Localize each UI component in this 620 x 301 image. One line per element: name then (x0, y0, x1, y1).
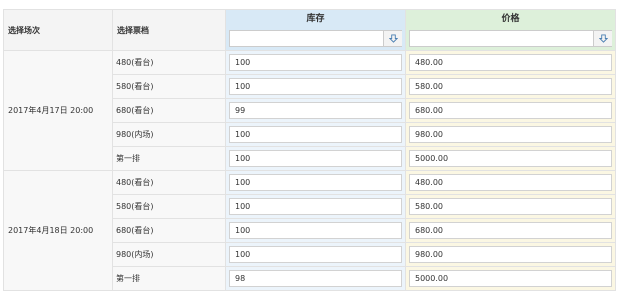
price-input[interactable]: 480.00 (409, 174, 612, 191)
stock-header-title: 库存 (306, 14, 325, 24)
fill-down-icon (598, 34, 608, 43)
stock-batch-input[interactable] (229, 30, 402, 47)
price-cell: 680.00 (405, 218, 616, 243)
fill-down-icon (388, 34, 398, 43)
price-batch-input[interactable] (409, 30, 612, 47)
price-input[interactable]: 580.00 (409, 198, 612, 215)
sku-table-panel: 选择场次 选择票档 库存 价格 2017年4月17日 20:00 480(看台)… (0, 0, 620, 301)
session-cell: 2017年4月17日 20:00 (3, 50, 113, 171)
ticket-cell: 第一排 (112, 266, 226, 291)
ticket-cell: 480(看台) (112, 170, 226, 195)
table-body: 2017年4月17日 20:00 480(看台) 100 480.00 580(… (3, 50, 616, 291)
table-row: 2017年4月18日 20:00 480(看台) 100 480.00 (3, 170, 616, 291)
price-column-header: 价格 (405, 9, 616, 51)
price-cell: 480.00 (405, 170, 616, 195)
stock-cell: 99 (225, 98, 406, 123)
price-input[interactable]: 5000.00 (409, 150, 612, 167)
stock-batch-apply-button[interactable] (383, 31, 402, 46)
stock-input[interactable]: 99 (229, 102, 402, 119)
price-cell: 680.00 (405, 98, 616, 123)
price-input[interactable]: 580.00 (409, 78, 612, 95)
table-row: 2017年4月17日 20:00 480(看台) 100 480.00 (3, 50, 616, 171)
price-input[interactable]: 480.00 (409, 54, 612, 71)
stock-cell: 100 (225, 170, 406, 195)
stock-cell: 100 (225, 50, 406, 75)
stock-input[interactable]: 100 (229, 54, 402, 71)
stock-cell: 100 (225, 194, 406, 219)
price-cell: 980.00 (405, 242, 616, 267)
stock-input[interactable]: 100 (229, 246, 402, 263)
price-input[interactable]: 980.00 (409, 246, 612, 263)
ticket-cell: 580(看台) (112, 74, 226, 99)
stock-input[interactable]: 98 (229, 270, 402, 287)
price-cell: 580.00 (405, 74, 616, 99)
ticket-cell: 480(看台) (112, 50, 226, 75)
price-cell: 580.00 (405, 194, 616, 219)
session-column-header: 选择场次 (3, 9, 113, 51)
stock-input[interactable]: 100 (229, 174, 402, 191)
price-cell: 5000.00 (405, 266, 616, 291)
stock-cell: 100 (225, 242, 406, 267)
sku-table: 选择场次 选择票档 库存 价格 2017年4月17日 20:00 480(看台)… (3, 9, 616, 291)
stock-cell: 98 (225, 266, 406, 291)
price-input[interactable]: 980.00 (409, 126, 612, 143)
price-cell: 980.00 (405, 122, 616, 147)
table-header-row: 选择场次 选择票档 库存 价格 (3, 9, 616, 51)
price-batch-apply-button[interactable] (593, 31, 612, 46)
ticket-column-header: 选择票档 (112, 9, 226, 51)
stock-input[interactable]: 100 (229, 222, 402, 239)
stock-input[interactable]: 100 (229, 150, 402, 167)
stock-input[interactable]: 100 (229, 78, 402, 95)
ticket-cell: 第一排 (112, 146, 226, 171)
ticket-cell: 680(看台) (112, 98, 226, 123)
stock-column-header: 库存 (225, 9, 406, 51)
price-cell: 480.00 (405, 50, 616, 75)
price-input[interactable]: 680.00 (409, 102, 612, 119)
ticket-cell: 580(看台) (112, 194, 226, 219)
price-input[interactable]: 680.00 (409, 222, 612, 239)
price-input[interactable]: 5000.00 (409, 270, 612, 287)
ticket-cell: 980(内场) (112, 242, 226, 267)
stock-input[interactable]: 100 (229, 198, 402, 215)
price-cell: 5000.00 (405, 146, 616, 171)
stock-cell: 100 (225, 218, 406, 243)
stock-cell: 100 (225, 146, 406, 171)
stock-cell: 100 (225, 74, 406, 99)
ticket-cell: 980(内场) (112, 122, 226, 147)
price-header-title: 价格 (501, 14, 520, 24)
stock-input[interactable]: 100 (229, 126, 402, 143)
stock-cell: 100 (225, 122, 406, 147)
session-cell: 2017年4月18日 20:00 (3, 170, 113, 291)
ticket-cell: 680(看台) (112, 218, 226, 243)
